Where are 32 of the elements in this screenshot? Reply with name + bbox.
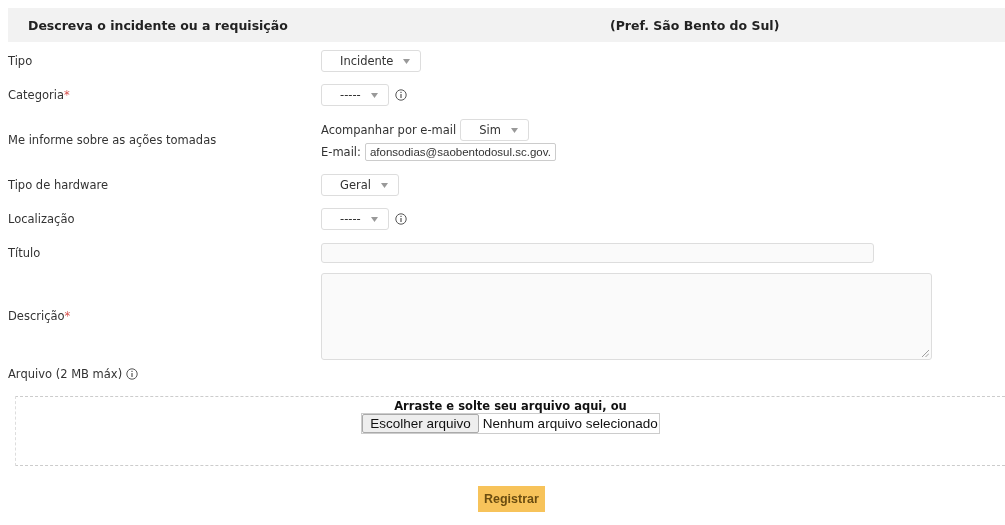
dropdown[interactable]: Geral bbox=[321, 174, 399, 196]
file-input[interactable]: Escolher arquivo Nenhum arquivo selecionado bbox=[361, 413, 660, 434]
caret-icon bbox=[380, 182, 388, 188]
choose-file-button[interactable]: Escolher arquivo bbox=[362, 414, 479, 433]
submit-button[interactable]: Registrar bbox=[478, 486, 545, 512]
dropdown[interactable]: Sim bbox=[460, 119, 529, 141]
field-label: Me informe sobre as ações tomadas bbox=[7, 133, 218, 147]
field-label: Tipo de hardware bbox=[7, 178, 110, 192]
caret-icon bbox=[370, 92, 378, 98]
email-field[interactable]: afonsodias@saobentodosul.sc.gov. bbox=[364, 143, 556, 161]
field-label: Arquivo (2 MB máx) bbox=[7, 367, 123, 381]
dropdown[interactable]: Incidente bbox=[321, 50, 422, 72]
file-status: Nenhum arquivo selecionado bbox=[481, 416, 659, 431]
description-field[interactable] bbox=[321, 272, 932, 360]
caret-icon bbox=[510, 127, 518, 133]
field-label: Categoria* bbox=[7, 88, 71, 102]
form-subtitle: (Pref. São Bento do Sul) bbox=[610, 17, 780, 33]
dropdown[interactable]: ----- bbox=[321, 208, 389, 230]
form-title: Descreva o incidente ou a requisição bbox=[28, 17, 289, 33]
dropdown[interactable]: ----- bbox=[321, 84, 389, 106]
drop-text: Arraste e solte seu arquivo aqui, ou bbox=[394, 399, 627, 413]
title-field[interactable] bbox=[321, 243, 874, 263]
field-label: Tipo bbox=[7, 54, 34, 68]
resize-grip-icon[interactable] bbox=[922, 349, 929, 357]
field-label: Localização bbox=[7, 212, 76, 226]
email-label: E-mail: bbox=[321, 145, 361, 159]
field-label: Descrição* bbox=[7, 309, 72, 323]
field-label: Título bbox=[7, 246, 42, 260]
drop-zone[interactable]: Arraste e solte seu arquivo aqui, ou Escolher arquivo Nenhum arquivo selecionado bbox=[15, 396, 1005, 466]
caret-icon bbox=[370, 216, 378, 222]
follow-label: Acompanhar por e-mail bbox=[321, 123, 457, 137]
caret-icon bbox=[403, 58, 411, 64]
